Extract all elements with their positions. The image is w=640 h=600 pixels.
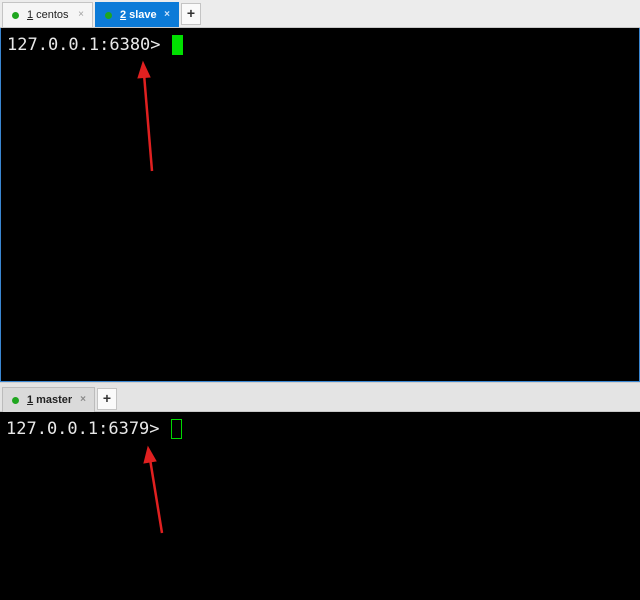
terminal-cursor [170,419,182,439]
prompt-line: 127.0.0.1:6380> [7,35,183,55]
prompt-line: 127.0.0.1:6379> [6,419,182,439]
top-pane: 1 centos × 2 slave × + 127.0.0.1:6380> [0,0,640,382]
bottom-tab-bar: 1 master × + [0,382,640,412]
tab-label: centos [36,9,69,21]
terminal-cursor [171,35,183,55]
close-icon[interactable]: × [164,9,170,20]
tab-centos[interactable]: 1 centos × [2,2,93,27]
status-dot-icon [12,396,19,404]
prompt-text: 127.0.0.1:6380> [7,35,161,55]
tab-label: master [36,394,73,406]
plus-icon: + [102,390,112,406]
close-icon[interactable]: × [78,9,84,20]
terminal-master[interactable]: 127.0.0.1:6379> [0,412,640,600]
add-tab-button[interactable]: + [181,3,201,25]
close-icon[interactable]: × [80,394,86,405]
tab-number: 1 [27,9,34,21]
tab-number: 1 [27,394,34,406]
prompt-text: 127.0.0.1:6379> [6,419,160,439]
terminal-slave[interactable]: 127.0.0.1:6380> [0,28,640,382]
status-dot-icon [105,11,112,19]
tab-master[interactable]: 1 master × [2,387,95,412]
add-tab-button[interactable]: + [97,388,117,410]
tab-label: slave [129,9,157,21]
tab-number: 2 [120,9,127,21]
top-tab-bar: 1 centos × 2 slave × + [0,0,640,28]
bottom-pane: 1 master × + 127.0.0.1:6379> [0,382,640,600]
status-dot-icon [12,11,19,19]
tab-slave[interactable]: 2 slave × [95,2,179,27]
plus-icon: + [186,5,196,21]
